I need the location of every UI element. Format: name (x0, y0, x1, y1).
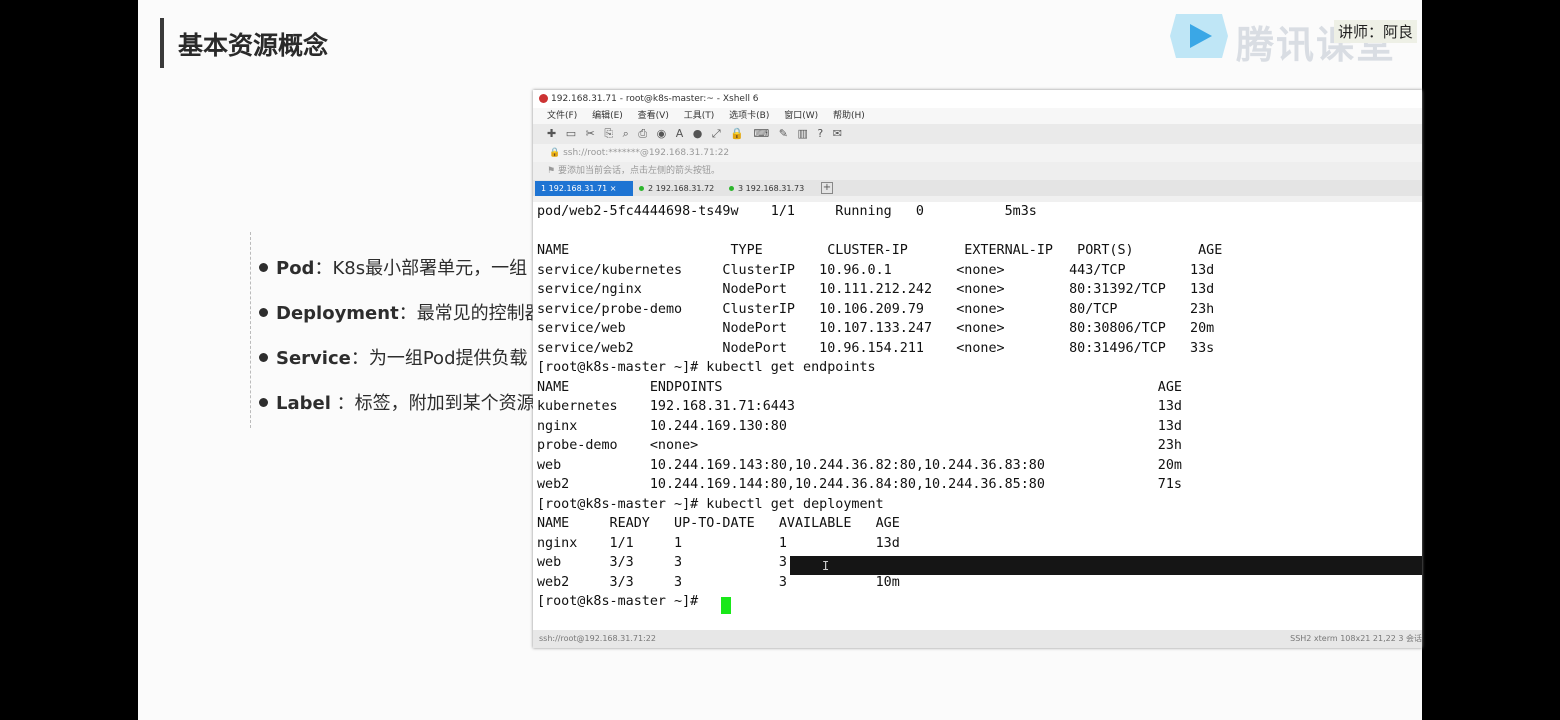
bullet-sep: ： (330, 393, 355, 414)
session-hint-bar: ⚑ 要添加当前会话，点击左侧的箭头按钮。 (533, 162, 1422, 180)
menu-tab[interactable]: 选项卡(B) (729, 111, 769, 121)
search-icon[interactable]: ⌕ (623, 127, 629, 140)
bullet-dot-icon (259, 262, 268, 272)
layout-icon[interactable]: ▥ (798, 127, 808, 140)
terminal-line: [root@k8s-master ~]# (537, 594, 707, 609)
window-titlebar[interactable]: 192.168.31.71 - root@k8s-master:~ - Xshe… (533, 90, 1422, 108)
bullet-deployment: Deployment：最常见的控制器 (259, 299, 543, 325)
toolbar: ✚ ▭ ✂ ⎘ ⌕ ⎙ ◉ A ● ⤢ 🔒 ⌨ ✎ ▥ ? ✉ (533, 124, 1422, 144)
lock-icon[interactable]: 🔒 (730, 127, 744, 140)
xftp-icon[interactable]: ● (693, 127, 703, 140)
menu-bar: 文件(F) 编辑(E) 查看(V) 工具(T) 选项卡(B) 窗口(W) 帮助(… (533, 108, 1422, 124)
bullet-service: Service：为一组Pod提供负载 (259, 344, 528, 370)
bullet-text: 标签，附加到某个资源 (354, 393, 535, 414)
new-session-icon[interactable]: ✚ (547, 127, 556, 140)
script-icon[interactable]: ✎ (779, 127, 788, 140)
terminal-line: web 10.244.169.143:80,10.244.36.82:80,10… (537, 457, 1182, 473)
tab-label: 2 192.168.31.72 (648, 184, 715, 193)
terminal-cursor (721, 597, 731, 614)
bullet-term: Service (276, 348, 351, 369)
copy-icon[interactable]: ⎘ (604, 127, 613, 140)
chat-icon[interactable]: ✉ (833, 127, 842, 140)
menu-tools[interactable]: 工具(T) (684, 111, 715, 121)
close-tab-icon[interactable]: × (610, 184, 617, 193)
lock-small-icon: 🔒 (549, 148, 564, 158)
open-folder-icon[interactable]: ▭ (566, 127, 576, 140)
bullet-list: Pod：K8s最小部署单元，一组 Deployment：最常见的控制器 Serv… (250, 232, 543, 428)
font-icon[interactable]: A (676, 127, 684, 140)
terminal-line: web2 3/3 3 3 10m (537, 574, 900, 590)
bullet-sep: ： (350, 348, 369, 369)
add-tab-button[interactable]: + (821, 182, 833, 194)
print-icon[interactable]: ⎙ (638, 127, 647, 140)
keyboard-icon[interactable]: ⌨ (753, 127, 769, 140)
bullet-pod: Pod：K8s最小部署单元，一组 (259, 254, 527, 280)
terminal-line: service/nginx NodePort 10.111.212.242 <n… (537, 282, 1215, 297)
window-title: 192.168.31.71 - root@k8s-master:~ - Xshe… (551, 94, 759, 104)
bullet-dot-icon (259, 307, 268, 317)
bullet-term: Deployment (276, 303, 399, 324)
connected-dot-icon (729, 186, 734, 191)
help-icon[interactable]: ? (817, 127, 823, 140)
menu-edit[interactable]: 编辑(E) (592, 111, 623, 121)
bullet-dot-icon (259, 352, 268, 362)
address-bar[interactable]: 🔒 ssh://root:*******@192.168.31.71:22 (533, 144, 1422, 162)
terminal-line: kubernetes 192.168.31.71:6443 13d (537, 399, 1182, 414)
xshell-logo-icon (539, 94, 548, 103)
bookmark-icon: ⚑ (547, 166, 558, 176)
status-info: SSH2 xterm 108x21 21,22 3 会话 (1290, 634, 1422, 643)
xshell-window: 192.168.31.71 - root@k8s-master:~ - Xshe… (533, 90, 1422, 648)
title-accent-bar (160, 18, 164, 68)
speaker-label: 讲师：阿良 (1334, 20, 1418, 43)
terminal-line: web2 10.244.169.144:80,10.244.36.84:80,1… (537, 477, 1182, 492)
bullet-text: K8s最小部署单元，一组 (332, 258, 528, 279)
globe-icon[interactable]: ◉ (657, 127, 667, 140)
terminal-line: nginx 1/1 1 1 13d (537, 535, 900, 551)
ibeam-cursor-icon: I (822, 559, 830, 573)
status-address: ssh://root@192.168.31.71:22 (539, 634, 656, 643)
menu-view[interactable]: 查看(V) (638, 111, 669, 121)
terminal-line: pod/web2-5fc4444698-ts49w 1/1 Running 0 … (537, 204, 1037, 219)
session-tab-2[interactable]: 2 192.168.31.72 (633, 181, 721, 196)
terminal-line: service/web NodePort 10.107.133.247 <non… (537, 321, 1215, 336)
tab-label: 3 192.168.31.73 (738, 184, 805, 193)
bullet-sep: ： (314, 258, 333, 279)
bullet-sep: ： (398, 303, 417, 324)
terminal-line: NAME TYPE CLUSTER-IP EXTERNAL-IP PORT(S)… (537, 243, 1223, 258)
terminal-line: probe-demo <none> 23h (537, 438, 1182, 453)
session-tab-3[interactable]: 3 192.168.31.73 (723, 181, 819, 196)
terminal-area[interactable]: [root@k8s-master ~]# web2 3/3 3 3 10m web… (533, 202, 1422, 630)
terminal-line: NAME ENDPOINTS AGE (537, 379, 1182, 395)
slide-title: 基本资源概念 (178, 31, 329, 60)
terminal-line: service/web2 NodePort 10.96.154.211 <non… (537, 340, 1215, 356)
bullet-label: Label ：标签，附加到某个资源 (259, 389, 535, 415)
terminal-line: service/probe-demo ClusterIP 10.106.209.… (537, 301, 1215, 317)
bullet-text: 最常见的控制器 (416, 303, 543, 324)
bullet-text: 为一组Pod提供负载 (368, 348, 528, 369)
bullet-term: Pod (276, 258, 315, 279)
menu-file[interactable]: 文件(F) (547, 111, 577, 121)
menu-window[interactable]: 窗口(W) (784, 111, 818, 121)
menu-help[interactable]: 帮助(H) (833, 111, 865, 121)
terminal-line: nginx 10.244.169.130:80 13d (537, 418, 1182, 434)
address-text: ssh://root:*******@192.168.31.71:22 (563, 148, 730, 158)
session-tab-bar: 1 192.168.31.71 × 2 192.168.31.72 3 192.… (533, 180, 1422, 196)
connected-dot-icon (639, 186, 644, 191)
terminal-line: service/kubernetes ClusterIP 10.96.0.1 <… (537, 262, 1215, 278)
status-bar: ssh://root@192.168.31.71:22 SSH2 xterm 1… (533, 630, 1422, 648)
bullet-dot-icon (259, 397, 268, 407)
bullet-term: Label (276, 393, 331, 414)
terminal-line: NAME READY UP-TO-DATE AVAILABLE AGE (537, 516, 900, 531)
disconnect-icon[interactable]: ✂ (586, 127, 595, 140)
tencent-classroom-logo-icon (1170, 14, 1228, 58)
session-tab-1[interactable]: 1 192.168.31.71 × (535, 181, 633, 196)
hint-text: 要添加当前会话，点击左侧的箭头按钮。 (557, 166, 720, 176)
terminal-line: [root@k8s-master ~]# kubectl get endpoin… (537, 360, 876, 375)
terminal-line: [root@k8s-master ~]# kubectl get deploym… (537, 496, 884, 512)
selection-highlight (790, 556, 1422, 575)
fullscreen-icon[interactable]: ⤢ (712, 127, 721, 140)
tab-label: 1 192.168.31.71 (541, 184, 608, 193)
